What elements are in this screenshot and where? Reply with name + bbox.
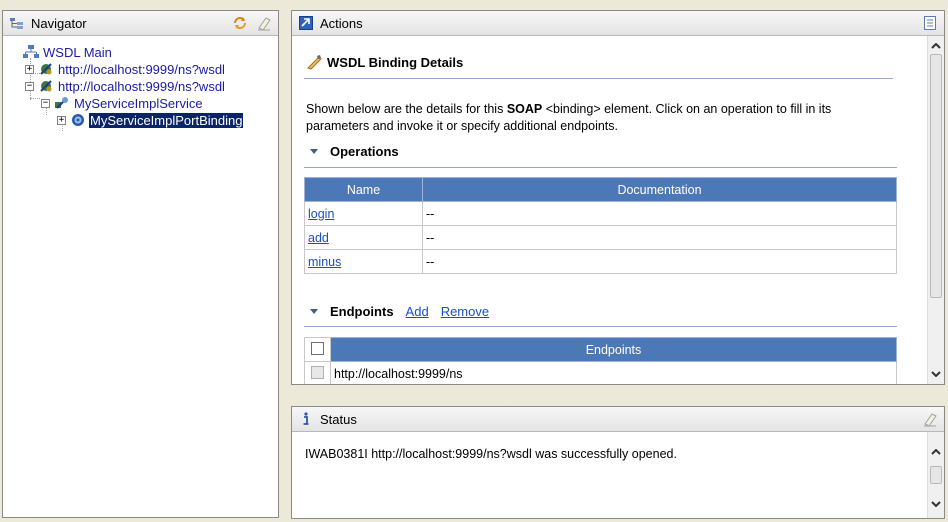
select-all-cell (304, 337, 331, 362)
endpoint-url: http://localhost:9999/ns (330, 361, 897, 384)
tree-item-label: MyServiceImplService (74, 95, 203, 111)
collapse-toggle-icon[interactable]: − (41, 98, 50, 108)
actions-header: Actions (292, 11, 944, 36)
status-title: Status (320, 411, 357, 427)
operations-table: Name Documentation login -- add -- minus… (304, 177, 897, 274)
actions-icon (298, 15, 314, 31)
endpoints-title: Endpoints (330, 304, 394, 319)
remove-endpoint-link[interactable]: Remove (441, 304, 489, 319)
binding-details-icon (306, 54, 322, 70)
binding-details-heading: WSDL Binding Details (306, 54, 463, 70)
wsdl-main-icon (23, 44, 39, 60)
column-header-endpoints[interactable]: Endpoints (330, 337, 897, 362)
tree-item-label: http://localhost:9999/ns?wsdl (58, 78, 225, 94)
collapse-toggle-icon[interactable]: − (25, 81, 34, 91)
source-icon[interactable] (922, 15, 938, 31)
operation-doc: -- (422, 225, 897, 250)
clear-icon[interactable] (256, 15, 272, 31)
tree-item-wsdl-document[interactable]: − http://localhost:9999/ns?wsdl (25, 78, 226, 94)
scroll-down-icon[interactable] (928, 366, 944, 382)
info-icon (298, 411, 314, 427)
tree-item-label: MyServiceImplPortBinding (87, 111, 245, 129)
tree-item-label: WSDL Main (43, 44, 112, 60)
wsdl-document-icon (38, 78, 54, 94)
status-panel: Status IWAB0381I http://localhost:9999/n… (291, 406, 945, 519)
scroll-up-icon[interactable] (928, 444, 944, 460)
operation-doc: -- (422, 201, 897, 226)
clear-status-icon[interactable] (922, 411, 938, 427)
navigator-tree: WSDL Main + http://localhost:9999/ns?wsd… (3, 36, 278, 131)
table-header-row: Endpoints (304, 337, 897, 362)
scroll-up-icon[interactable] (928, 38, 944, 54)
operation-link-login[interactable]: login (308, 207, 334, 221)
status-header: Status (292, 407, 944, 432)
binding-description: Shown below are the details for this SOA… (306, 102, 832, 133)
endpoints-section-header[interactable]: Endpoints Add Remove (304, 304, 489, 319)
tree-item-service[interactable]: − MyServiceImplService (41, 95, 204, 111)
table-row: minus -- (304, 249, 897, 274)
actions-scrollbar[interactable] (927, 36, 944, 384)
operations-title: Operations (330, 144, 399, 159)
actions-title: Actions (320, 15, 363, 31)
table-header-row: Name Documentation (304, 177, 897, 202)
table-row: http://localhost:9999/ns (304, 361, 897, 384)
operation-doc: -- (422, 249, 897, 274)
tree-item-binding[interactable]: + MyServiceImplPortBinding (57, 111, 245, 129)
wsdl-document-icon (38, 61, 54, 77)
actions-panel: Actions WSDL Binding Details Shown below… (291, 10, 945, 385)
binding-details-title: WSDL Binding Details (327, 54, 464, 70)
scroll-down-icon[interactable] (928, 496, 944, 512)
add-endpoint-link[interactable]: Add (406, 304, 429, 319)
refresh-icon[interactable] (232, 15, 248, 31)
expand-toggle-icon[interactable]: + (57, 115, 66, 125)
select-all-checkbox[interactable] (311, 341, 324, 355)
navigator-header: Navigator (3, 11, 278, 36)
collapse-triangle-icon[interactable] (310, 149, 318, 154)
navigator-title: Navigator (31, 15, 87, 31)
tree-item-label: http://localhost:9999/ns?wsdl (58, 61, 225, 77)
scroll-thumb[interactable] (930, 466, 942, 484)
endpoint-checkbox[interactable] (311, 365, 324, 379)
operation-link-add[interactable]: add (308, 231, 329, 245)
operations-section-header[interactable]: Operations (304, 144, 399, 159)
scroll-thumb[interactable] (930, 54, 942, 298)
navigator-icon (9, 15, 25, 31)
endpoints-table: Endpoints http://localhost:9999/ns (304, 337, 897, 384)
collapse-triangle-icon[interactable] (310, 309, 318, 314)
table-row: login -- (304, 201, 897, 226)
column-header-documentation[interactable]: Documentation (422, 177, 897, 202)
binding-icon (70, 112, 86, 128)
operation-link-minus[interactable]: minus (308, 255, 341, 269)
status-message: IWAB0381I http://localhost:9999/ns?wsdl … (305, 447, 677, 461)
service-icon (54, 95, 70, 111)
status-scrollbar[interactable] (927, 432, 944, 518)
tree-item-wsdl-main[interactable]: WSDL Main (23, 44, 113, 60)
expand-toggle-icon[interactable]: + (25, 64, 34, 74)
table-row: add -- (304, 225, 897, 250)
column-header-name[interactable]: Name (304, 177, 423, 202)
tree-item-wsdl-document[interactable]: + http://localhost:9999/ns?wsdl (25, 61, 226, 77)
navigator-panel: Navigator WSDL Main + http://localhost:9… (2, 10, 279, 518)
